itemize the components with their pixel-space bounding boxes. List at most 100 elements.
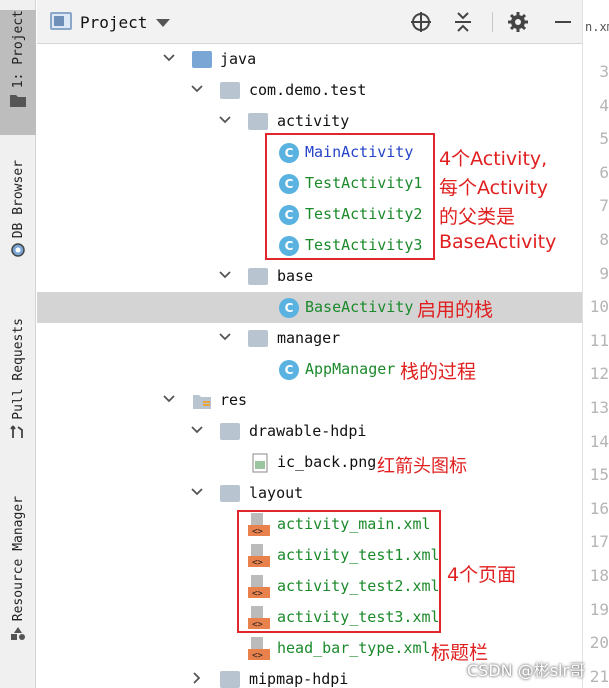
line-number: 10 — [589, 297, 609, 317]
annotation-text: BaseActivity — [439, 231, 557, 253]
line-number: 4 — [599, 95, 609, 115]
project-panel-header: Project — [37, 0, 582, 44]
project-tree: java com.demo.test activity C MainActivi… — [37, 44, 582, 688]
locate-icon[interactable] — [409, 10, 433, 34]
tree-row-package[interactable]: com.demo.test — [37, 75, 582, 106]
annotation-text: 的父类是 — [439, 206, 516, 228]
chevron-down-icon[interactable] — [162, 51, 176, 65]
folder-icon — [220, 485, 240, 502]
watermark: CSDN @彬slr哥 — [467, 661, 586, 680]
tree-label: ic_back.png — [277, 453, 377, 471]
chevron-down-icon[interactable] — [218, 330, 232, 344]
resources-folder-icon — [193, 395, 211, 409]
tree-label: head_bar_type.xml — [277, 639, 431, 657]
database-icon — [11, 243, 25, 258]
line-number: 7 — [599, 196, 609, 216]
project-tool-tab[interactable]: 1: Project — [0, 10, 36, 135]
chevron-down-icon[interactable] — [190, 485, 204, 499]
line-number: 6 — [599, 162, 609, 182]
tree-label: base — [277, 267, 314, 285]
project-view-icon — [50, 12, 72, 30]
editor-tab-fragment[interactable]: n.xm — [585, 20, 609, 34]
tree-label: manager — [277, 329, 341, 347]
db-browser-tab-label: DB Browser — [10, 160, 26, 239]
project-view-selector[interactable]: Project — [80, 13, 147, 32]
tree-row-res[interactable]: res — [37, 385, 582, 416]
line-number: 12 — [589, 364, 609, 384]
package-icon — [220, 82, 240, 99]
header-divider — [492, 12, 493, 32]
chevron-down-icon[interactable] — [156, 19, 170, 27]
pull-requests-tab-label: Pull Requests — [10, 318, 26, 420]
line-number: 14 — [589, 431, 609, 451]
chevron-down-icon[interactable] — [218, 113, 232, 127]
package-icon — [248, 330, 268, 347]
resource-manager-tool-tab[interactable]: Resource Manager — [0, 496, 36, 671]
tree-row-layout[interactable]: layout — [37, 478, 582, 509]
pull-request-icon — [10, 425, 23, 438]
tree-label: AppManager — [305, 360, 396, 378]
annotation-text: 红箭头图标 — [377, 456, 467, 477]
folder-icon — [10, 95, 26, 108]
line-number: 17 — [589, 532, 609, 552]
editor-gutter: n.xm 3 4 5 6 7 8 9 10 11 12 13 14 15 16 17 18 19 20 21 — [582, 0, 609, 688]
line-number: 13 — [589, 398, 609, 417]
annotation-text: 每个Activity — [439, 177, 549, 199]
chevron-down-icon[interactable] — [162, 392, 176, 406]
folder-icon — [220, 671, 240, 688]
tree-label: res — [220, 391, 248, 409]
svg-text:<>: <> — [252, 651, 263, 661]
package-icon — [248, 113, 268, 130]
xml-file-icon: <> — [248, 637, 270, 661]
source-folder-icon — [192, 51, 212, 68]
line-number: 21 — [589, 666, 609, 686]
project-tab-label: 1: Project — [10, 10, 26, 89]
image-file-icon — [252, 453, 268, 473]
chevron-down-icon[interactable] — [218, 268, 232, 282]
tree-row-image-file[interactable]: ic_back.png — [37, 447, 582, 478]
layouts-highlight-box — [237, 510, 441, 633]
tree-row-manager-folder[interactable]: manager — [37, 323, 582, 354]
tree-label: mipmap-hdpi — [249, 670, 349, 688]
package-icon — [248, 268, 268, 285]
hide-panel-icon[interactable] — [551, 10, 575, 34]
class-icon: C — [279, 298, 299, 318]
annotation-text: 启用的栈 — [417, 299, 494, 321]
line-number: 8 — [599, 230, 609, 249]
line-number: 15 — [589, 465, 609, 485]
line-number: 11 — [589, 330, 609, 350]
tree-row-drawable[interactable]: drawable-hdpi — [37, 416, 582, 447]
tool-window-strip: 1: Project DB Browser Pull Requests Reso… — [0, 0, 36, 688]
class-icon: C — [279, 360, 299, 380]
resource-manager-tab-label: Resource Manager — [10, 496, 26, 622]
gear-icon[interactable] — [506, 10, 530, 34]
line-number: 18 — [589, 566, 609, 585]
tree-row-java[interactable]: java — [37, 44, 582, 75]
annotation-text: 4个页面 — [447, 564, 517, 586]
db-browser-tool-tab[interactable]: DB Browser — [0, 160, 36, 285]
collapse-all-icon[interactable] — [451, 10, 475, 34]
chevron-down-icon[interactable] — [190, 82, 204, 96]
tree-row-class[interactable]: C AppManager — [37, 354, 582, 385]
line-number: 19 — [589, 599, 609, 619]
tree-label: java — [220, 50, 257, 68]
annotation-text: 4个Activity, — [439, 148, 548, 170]
tree-label: com.demo.test — [249, 81, 367, 99]
folder-icon — [220, 423, 240, 440]
resource-manager-icon — [11, 627, 25, 641]
line-number: 20 — [589, 633, 609, 653]
tree-row-class-selected[interactable]: C BaseActivity — [37, 292, 582, 323]
tree-label: layout — [249, 484, 304, 502]
line-number: 3 — [599, 62, 609, 81]
tree-row-base-folder[interactable]: base — [37, 261, 582, 292]
line-number: 9 — [599, 263, 609, 283]
tree-label: activity — [277, 112, 350, 130]
chevron-right-icon[interactable] — [190, 671, 204, 685]
tree-label: drawable-hdpi — [249, 422, 367, 440]
chevron-down-icon[interactable] — [190, 423, 204, 437]
line-number: 16 — [589, 498, 609, 518]
annotation-text: 栈的过程 — [400, 361, 477, 383]
line-number: 5 — [599, 129, 609, 149]
tree-label: BaseActivity — [305, 298, 414, 316]
pull-requests-tool-tab[interactable]: Pull Requests — [0, 318, 36, 463]
